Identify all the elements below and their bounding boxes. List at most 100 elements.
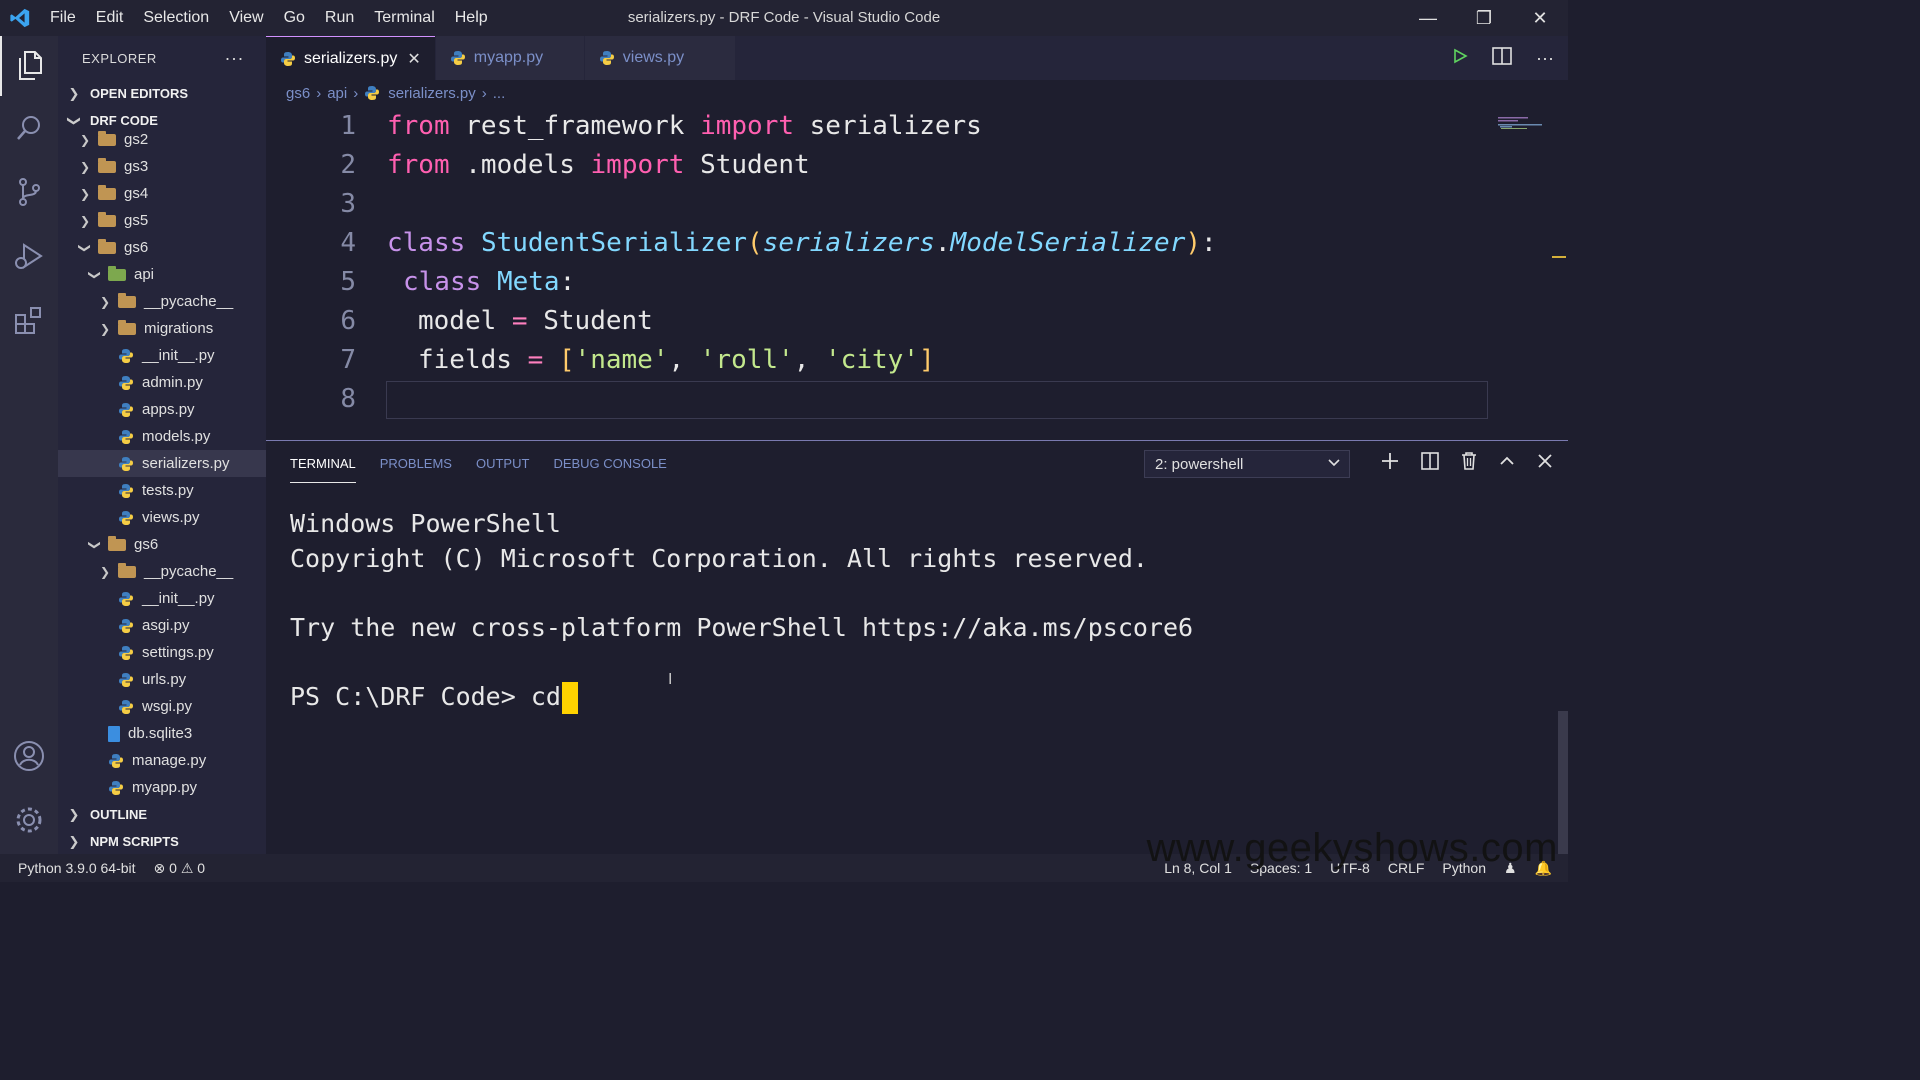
menu-file[interactable]: File — [40, 0, 86, 36]
extensions-icon[interactable] — [0, 290, 58, 350]
tree-item[interactable]: asgi.py — [58, 612, 266, 639]
chevron-right-icon: ❯ — [79, 159, 91, 174]
terminal-scrollbar[interactable] — [1558, 711, 1568, 857]
more-actions-icon[interactable]: ··· — [225, 48, 244, 69]
close-tab-icon[interactable]: ✕ — [407, 49, 420, 69]
code-token: 'name' — [574, 345, 669, 375]
tree-item[interactable]: urls.py — [58, 666, 266, 693]
maximize-panel-chevron-up-icon[interactable] — [1498, 452, 1516, 475]
chevron-right-icon: ❯ — [99, 294, 111, 309]
tab-serializers[interactable]: serializers.py ✕ — [266, 36, 435, 80]
tab-views[interactable]: views.py — [584, 36, 735, 80]
code-token: import — [590, 150, 685, 180]
window-controls: — ❐ ✕ — [1400, 0, 1568, 36]
tree-item[interactable]: myapp.py — [58, 774, 266, 801]
tab-problems[interactable]: PROBLEMS — [380, 456, 452, 471]
python-file-icon — [109, 753, 123, 768]
tree-item[interactable]: ❯ gs2 — [58, 126, 266, 153]
minimize-button[interactable]: — — [1400, 0, 1456, 36]
code-token: class — [403, 267, 482, 297]
breadcrumb-file[interactable]: serializers.py — [388, 85, 476, 102]
restore-button[interactable]: ❐ — [1456, 0, 1512, 36]
tree-item[interactable]: ❯ __pycache__ — [58, 558, 266, 585]
close-panel-icon[interactable] — [1536, 452, 1554, 475]
minimap[interactable] — [1498, 106, 1546, 129]
code-line-2: from .models import Student — [387, 150, 810, 180]
tree-item[interactable]: ❯ gs6 — [58, 531, 266, 558]
tree-item[interactable]: ❯ __pycache__ — [58, 288, 266, 315]
editor-more-icon[interactable]: ··· — [1536, 48, 1554, 69]
tree-item[interactable]: views.py — [58, 504, 266, 531]
chevron-right-icon: ❯ — [79, 132, 91, 147]
search-icon[interactable] — [0, 98, 58, 158]
tree-item[interactable]: db.sqlite3 — [58, 720, 266, 747]
folder-icon — [98, 211, 116, 227]
split-terminal-icon[interactable] — [1420, 451, 1440, 475]
source-control-icon[interactable] — [0, 162, 58, 222]
folder-icon — [98, 238, 116, 254]
tree-item[interactable]: ❯ gs4 — [58, 180, 266, 207]
npm-scripts-section[interactable]: ❯ NPM SCRIPTS — [58, 828, 266, 855]
code-token: model — [418, 306, 497, 336]
menu-edit[interactable]: Edit — [86, 0, 134, 36]
explorer-icon[interactable] — [0, 36, 58, 96]
tree-item[interactable]: ❯ gs5 — [58, 207, 266, 234]
tree-item[interactable]: serializers.py — [58, 450, 266, 477]
kill-terminal-trash-icon[interactable] — [1460, 451, 1478, 476]
code-line-6: model = Student — [418, 306, 653, 336]
tree-item[interactable]: ❯ api — [58, 261, 266, 288]
breadcrumb-api[interactable]: api — [327, 85, 347, 102]
breadcrumb: gs6 › api › serializers.py › ... — [266, 80, 1568, 106]
tree-item[interactable]: wsgi.py — [58, 693, 266, 720]
chevron-down-icon: ❯ — [88, 269, 102, 280]
code-token: = — [496, 306, 544, 336]
tree-item[interactable]: __init__.py — [58, 342, 266, 369]
tree-item[interactable]: settings.py — [58, 639, 266, 666]
code-token: Meta — [496, 267, 560, 297]
menu-help[interactable]: Help — [445, 0, 498, 36]
breadcrumb-gs6[interactable]: gs6 — [286, 85, 310, 102]
tree-item[interactable]: ❯ migrations — [58, 315, 266, 342]
open-editors-section[interactable]: ❯ OPEN EDITORS — [58, 80, 266, 107]
tree-item[interactable]: apps.py — [58, 396, 266, 423]
accounts-icon[interactable] — [0, 726, 58, 786]
run-python-file-icon[interactable] — [1452, 48, 1468, 69]
menu-selection[interactable]: Selection — [133, 0, 219, 36]
menu-go[interactable]: Go — [274, 0, 315, 36]
tree-item[interactable]: __init__.py — [58, 585, 266, 612]
menu-run[interactable]: Run — [315, 0, 364, 36]
problems-status[interactable]: ⊗ 0 ⚠ 0 — [154, 860, 206, 877]
settings-gear-icon[interactable] — [0, 790, 58, 850]
python-interpreter[interactable]: Python 3.9.0 64-bit — [18, 860, 136, 877]
menu-terminal[interactable]: Terminal — [364, 0, 444, 36]
terminal-prompt-line: PS C:\DRF Code> cd — [290, 680, 1193, 715]
tree-item[interactable]: ❯ gs3 — [58, 153, 266, 180]
tree-item[interactable]: ❯ gs6 — [58, 234, 266, 261]
tree-item-label: myapp.py — [132, 779, 198, 796]
tab-terminal[interactable]: TERMINAL — [290, 443, 356, 483]
close-window-button[interactable]: ✕ — [1512, 0, 1568, 36]
breadcrumb-symbol[interactable]: ... — [493, 85, 506, 102]
tab-debug-console[interactable]: DEBUG CONSOLE — [553, 456, 666, 471]
split-editor-icon[interactable] — [1492, 46, 1512, 70]
chevron-right-icon: ❯ — [68, 833, 80, 849]
tree-item[interactable]: admin.py — [58, 369, 266, 396]
tree-item-label: gs6 — [124, 239, 149, 256]
panel-tabs: TERMINAL PROBLEMS OUTPUT DEBUG CONSOLE — [290, 441, 667, 485]
tab-myapp[interactable]: myapp.py — [435, 36, 584, 80]
new-terminal-icon[interactable] — [1380, 451, 1400, 476]
tree-item[interactable]: models.py — [58, 423, 266, 450]
tree-item[interactable]: tests.py — [58, 477, 266, 504]
python-file-icon — [119, 645, 133, 660]
tab-output[interactable]: OUTPUT — [476, 456, 529, 471]
run-debug-icon[interactable] — [0, 226, 58, 286]
folder-icon — [98, 157, 116, 173]
outline-section[interactable]: ❯ OUTLINE — [58, 801, 266, 828]
tree-item[interactable]: manage.py — [58, 747, 266, 774]
code-editor[interactable]: 1 2 3 4 5 6 7 8 from rest_framework impo… — [266, 106, 1568, 440]
file-tree: ❯ gs2 ❯ gs3 ❯ gs4 ❯ gs5 ❯ gs6 ❯ api ❯ __pycache__ ❯ mig… — [58, 128, 266, 808]
code-token: serializers — [762, 228, 935, 258]
menu-view[interactable]: View — [219, 0, 273, 36]
terminal-select[interactable]: 2: powershell — [1144, 450, 1350, 478]
terminal-output[interactable]: Windows PowerShell Copyright (C) Microsof… — [290, 507, 1193, 714]
